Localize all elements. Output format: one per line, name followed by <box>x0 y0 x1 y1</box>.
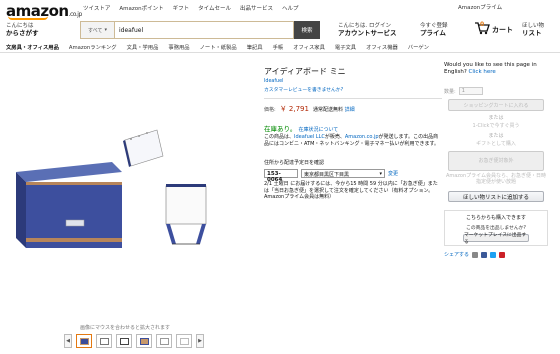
prime-note: Amazonプライム会員なら、お急ぎ便・日時指定便が使い放題 <box>445 173 547 185</box>
quantity-row: 数量: 1 <box>444 87 548 95</box>
or-label: または <box>488 133 504 139</box>
amazon-link[interactable]: Amazon.co.jp <box>345 134 379 140</box>
zip-code[interactable]: 153-0064 <box>264 169 298 183</box>
thumbnail[interactable] <box>116 334 132 348</box>
stock-info-link[interactable]: 在庫状況について <box>298 127 338 133</box>
delivery-estimate: 2/1 土曜日 にお届けするには、今から15 時間 59 分以内に「お急ぎ便」ま… <box>264 181 438 200</box>
or-label: または <box>488 115 504 121</box>
divider <box>264 98 442 99</box>
subnav-item[interactable]: 電子文具 <box>335 43 356 51</box>
sell-question: こちらからも購入できます <box>465 215 526 221</box>
product-info: アイディアボード ミニ Ideafuel カスタマーレビューを書きませんか? 価… <box>264 67 442 201</box>
topnav-link[interactable]: 出品サービス <box>240 4 273 12</box>
thumbnail-strip: ◀ ▶ <box>64 334 204 348</box>
pinterest-icon[interactable] <box>499 251 506 258</box>
gallery-caption: 画像にマウスを合わせると拡大されます <box>80 325 171 331</box>
product-easel-image[interactable] <box>162 180 210 246</box>
thumbnail[interactable] <box>176 334 192 348</box>
subnav-item[interactable]: ノート・紙製品 <box>200 43 237 51</box>
shipping-note: 通常配送無料 詳細 <box>312 107 355 113</box>
topnav-link[interactable]: タイムセール <box>198 4 231 12</box>
topnav-link[interactable]: ギフト <box>173 4 190 12</box>
address-select[interactable]: 東京都目黒区下目黒 ▾ <box>301 169 385 178</box>
cart-label: カート <box>492 26 513 34</box>
thumbnail[interactable] <box>136 334 152 348</box>
write-review-link[interactable]: カスタマーレビューを書きませんか? <box>264 86 442 93</box>
wishlist-menu[interactable]: ほしい物 リスト <box>522 23 544 37</box>
sell-sub: この商品を出品しませんか? <box>466 226 526 231</box>
share-link[interactable]: シェアする <box>444 251 469 258</box>
quantity-select[interactable]: 1 <box>458 87 483 95</box>
stock-status: 在庫あり。 在庫状況について <box>264 125 339 133</box>
email-icon[interactable] <box>472 251 479 258</box>
logo-smile-icon <box>8 16 48 20</box>
english-link[interactable]: Click here <box>469 69 496 75</box>
top-nav: ツイストア Amazonポイント ギフト タイムセール 出品サービス ヘルプ <box>83 4 299 12</box>
subnav-item[interactable]: 文具・学用品 <box>127 43 159 51</box>
topnav-link[interactable]: ツイストア <box>83 4 110 12</box>
price-detail-link[interactable]: 詳細 <box>345 107 355 113</box>
price-label: 価格: <box>264 107 276 113</box>
prime-menu[interactable]: 今すぐ登録 プライム <box>420 23 448 37</box>
topnav-link[interactable]: Amazonポイント <box>119 4 163 12</box>
subnav-item[interactable]: 筆記具 <box>247 43 263 51</box>
account-menu[interactable]: こんにちは. ログイン アカウントサービス <box>338 23 397 37</box>
change-address-link[interactable]: 変更 <box>388 170 398 177</box>
buy-box: Would you like to see this page in Engli… <box>444 62 548 258</box>
subnav-item[interactable]: 文房具・オフィス用品 <box>6 43 59 51</box>
price-row: 価格: ￥ 2,791 通常配送無料 詳細 <box>264 104 442 114</box>
subnav-item[interactable]: オフィス機器 <box>366 43 398 51</box>
seller-link[interactable]: Ideafuel LLC <box>294 134 325 140</box>
cart-button[interactable]: 0 カート <box>474 21 513 35</box>
thumbnail[interactable] <box>96 334 112 348</box>
product-title: アイディアボード ミニ <box>264 67 346 76</box>
greet-big: からさがす <box>6 29 39 37</box>
prime-promo[interactable]: Amazonプライム <box>458 3 502 11</box>
chevron-down-icon: ▾ <box>104 27 107 33</box>
sell-button[interactable]: マーケットプレイスに出品する <box>463 233 529 245</box>
subnav-item[interactable]: オフィス家具 <box>293 43 325 51</box>
add-to-cart-button[interactable]: ショッピングカートに入れる <box>448 99 544 111</box>
subnav-item[interactable]: バーゲン <box>408 43 429 51</box>
twitter-icon[interactable] <box>490 251 497 258</box>
delivery-heading: 住所から配達予定日を確認 <box>264 160 325 166</box>
search-category-select[interactable]: すべて ▾ <box>80 21 114 39</box>
chevron-right-icon[interactable]: ▶ <box>196 334 204 348</box>
chevron-left-icon[interactable]: ◀ <box>64 334 72 348</box>
language-prompt: Would you like to see this page in Engli… <box>444 62 537 75</box>
thumbnail[interactable] <box>76 334 92 348</box>
one-click-text: 1-Clickで今すぐ買う <box>472 123 520 129</box>
subnav-item[interactable]: 事務用品 <box>168 43 189 51</box>
cart-count: 0 <box>480 21 485 28</box>
product-main-image[interactable] <box>14 160 124 250</box>
topnav-link[interactable]: ヘルプ <box>282 4 299 12</box>
delivery-address-row: 153-0064 東京都目黒区下目黒 ▾ 変更 <box>264 169 442 183</box>
header: amazon.co.jp ツイストア Amazonポイント ギフト タイムセール… <box>0 0 560 42</box>
sell-box: こちらからも購入できます この商品を出品しませんか? マーケットプレイスに出品す… <box>444 210 548 246</box>
price-value: ￥ 2,791 <box>279 105 309 113</box>
brand-link[interactable]: Ideafuel <box>264 79 442 84</box>
product-open-image[interactable] <box>121 128 165 168</box>
subnav-item[interactable]: Amazonランキング <box>69 43 117 51</box>
chevron-down-icon: ▾ <box>379 171 382 177</box>
search-button[interactable]: 検索 <box>294 21 320 39</box>
shop-by-category[interactable]: こんにちは からさがす <box>6 23 39 37</box>
category-nav: 文房具・オフィス用品 Amazonランキング 文具・学用品 事務用品 ノート・紙… <box>0 42 560 53</box>
share-row: シェアする <box>444 251 548 258</box>
add-to-wishlist-button[interactable]: ほしい物リストに追加する <box>448 191 544 202</box>
page: amazon.co.jp ツイストア Amazonポイント ギフト タイムセール… <box>0 0 560 354</box>
facebook-icon[interactable] <box>481 251 488 258</box>
express-button[interactable]: お急ぎ便対象外 <box>448 151 544 171</box>
seller-info: この商品は、Ideafuel LLCが販売、Amazon.co.jpが発送します… <box>264 134 440 147</box>
search-bar: すべて ▾ ideafuel 検索 <box>80 21 320 39</box>
gift-text: ギフトとして購入 <box>476 141 516 147</box>
search-input[interactable]: ideafuel <box>114 21 294 39</box>
thumbnail[interactable] <box>156 334 172 348</box>
subnav-item[interactable]: 手帳 <box>273 43 284 51</box>
